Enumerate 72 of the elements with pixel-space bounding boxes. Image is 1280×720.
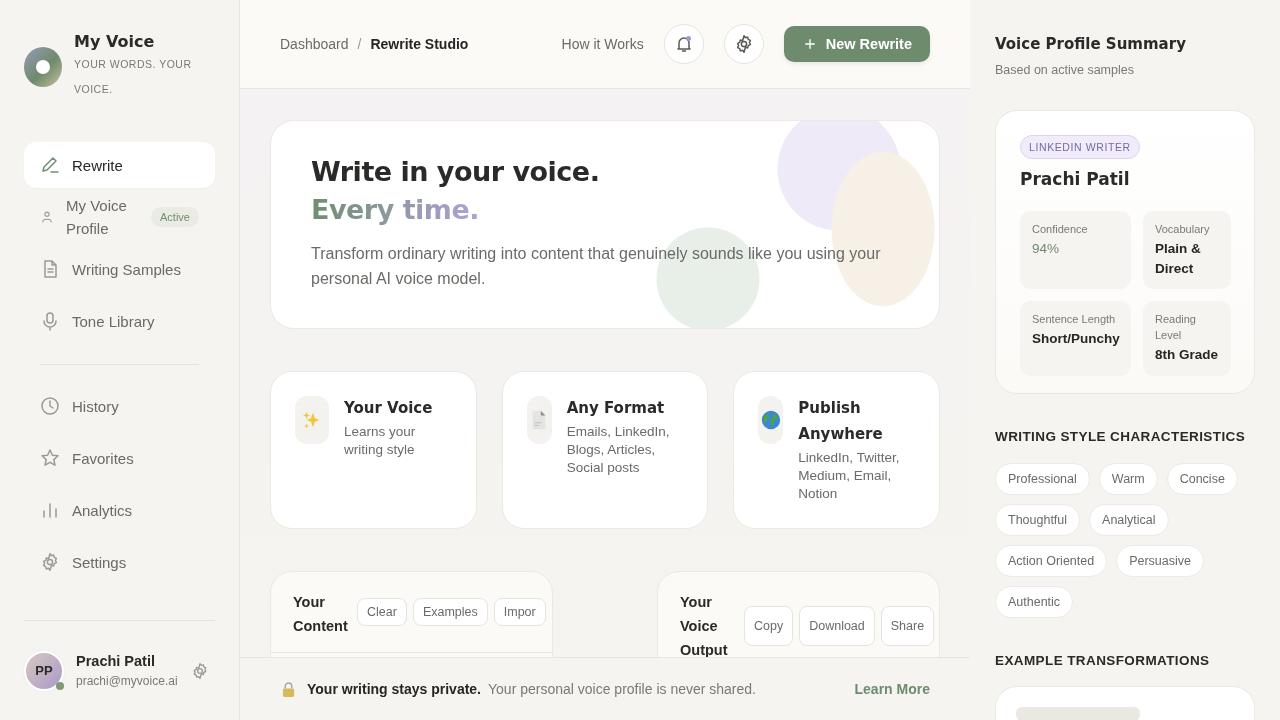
trait-tag: Persuasive [1116, 545, 1204, 577]
breadcrumb-separator: / [357, 36, 362, 52]
user-avatar[interactable]: PP [24, 650, 64, 691]
trait-tag: Authentic [995, 586, 1074, 618]
app-tagline: YOUR WORDS. YOUR VOICE. [74, 57, 193, 97]
lock-icon [282, 681, 295, 697]
trait-tag: Analytical [1089, 504, 1169, 536]
nav-item[interactable]: Settings [24, 539, 215, 585]
panel-title: Voice Profile Summary [995, 35, 1187, 53]
feature-title: Your Voice [344, 398, 434, 419]
person-icon [40, 210, 54, 224]
trait-tag: Concise [1166, 463, 1238, 495]
stat-label: Reading Level [1155, 312, 1197, 343]
feature-title: Any Format [566, 398, 666, 419]
notifications-button[interactable] [663, 24, 704, 64]
stat-value: 94% [1032, 240, 1061, 258]
section-title: EXAMPLE TRANSFORMATIONS [995, 653, 1211, 668]
action-button[interactable]: Download [799, 606, 875, 646]
action-button[interactable]: Examples [412, 598, 488, 626]
stat-label: Sentence Length [1032, 312, 1117, 327]
user-email: prachi@myvoice.ai [76, 674, 179, 688]
status-badge: Active [151, 207, 199, 227]
feature-description: LinkedIn, Twitter, Medium, Email, Notion [798, 449, 901, 503]
action-button[interactable]: Clear [357, 598, 407, 626]
stat-value: Plain & Direct [1155, 240, 1202, 278]
settings-icon [40, 552, 60, 572]
role-badge: LINKEDIN WRITER [1020, 135, 1140, 159]
settings-button[interactable] [723, 24, 764, 64]
stat-value: Short/Punchy [1032, 330, 1120, 348]
privacy-title: Your writing stays private. [307, 681, 481, 697]
trait-tag: Thoughtful [995, 504, 1081, 536]
stat-label: Vocabulary [1155, 222, 1211, 237]
editor-title: Your Content [293, 593, 349, 636]
trait-tag: Action Oriented [995, 545, 1108, 577]
star-icon [40, 448, 60, 468]
trait-tag: Professional [995, 463, 1090, 495]
user-name: Prachi Patil [76, 653, 156, 669]
stat-label: Confidence [1032, 222, 1089, 237]
nav-item[interactable]: My Voice Profile Active [24, 194, 215, 240]
panel-subtitle: Based on active samples [995, 63, 1135, 77]
breadcrumb-link[interactable]: Dashboard [280, 36, 349, 52]
stat-value: 8th Grade [1155, 346, 1220, 364]
trait-tag: Warm [1098, 463, 1158, 495]
nav-item[interactable]: Writing Samples [24, 246, 215, 292]
clock-icon [40, 396, 60, 416]
nav-item[interactable]: Rewrite [24, 142, 215, 188]
microphone-icon [40, 311, 60, 331]
feature-description: Learns your writing style [344, 423, 417, 459]
action-button[interactable]: Share [880, 606, 935, 646]
feature-title: Publish Anywhere [798, 398, 884, 445]
nav-item[interactable]: Analytics [24, 487, 215, 533]
settings-icon [191, 661, 209, 680]
bar-chart-icon [40, 500, 60, 520]
plus-icon [803, 38, 816, 50]
section-title: WRITING STYLE CHARACTERISTICS [995, 429, 1247, 444]
feature-description: Emails, LinkedIn, Blogs, Articles, Social posts [566, 423, 671, 477]
action-button[interactable]: Impor [493, 598, 546, 626]
learn-more-link[interactable]: Learn More [854, 681, 930, 697]
hero-description: Transform ordinary writing into content that genuinely sounds like you using your personal AI voice model. [311, 244, 882, 289]
action-button[interactable]: Copy [744, 606, 794, 646]
privacy-text: Your personal voice profile is never shared. [488, 681, 757, 697]
nav-item[interactable]: History [24, 383, 215, 429]
profile-name: Prachi Patil [1020, 169, 1131, 189]
new-rewrite-button[interactable]: New Rewrite [783, 26, 930, 62]
app-title: My Voice [74, 32, 156, 51]
globe-icon [759, 409, 782, 431]
nav-item[interactable]: Tone Library [24, 298, 215, 344]
pencil-icon [40, 155, 60, 175]
how-it-works-link[interactable]: How it Works [561, 36, 644, 52]
hero-title: Write in your voice. [311, 155, 601, 189]
logo-icon [24, 47, 62, 87]
nav-item[interactable]: Favorites [24, 435, 215, 481]
